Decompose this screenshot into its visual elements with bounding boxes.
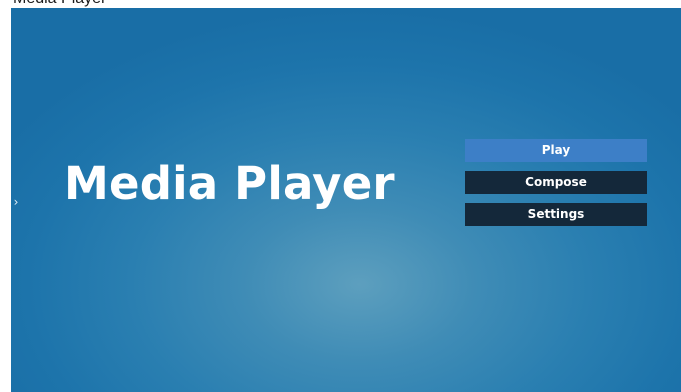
- clipped-top-caption: Media Player: [13, 0, 106, 8]
- chevron-right-icon[interactable]: ›: [11, 194, 21, 210]
- play-button[interactable]: Play: [465, 139, 647, 162]
- settings-button[interactable]: Settings: [465, 203, 647, 226]
- media-player-screen: › Media Player Play Compose Settings: [11, 8, 681, 392]
- main-menu: Play Compose Settings: [465, 139, 647, 235]
- compose-button[interactable]: Compose: [465, 171, 647, 194]
- app-title: Media Player: [64, 157, 395, 210]
